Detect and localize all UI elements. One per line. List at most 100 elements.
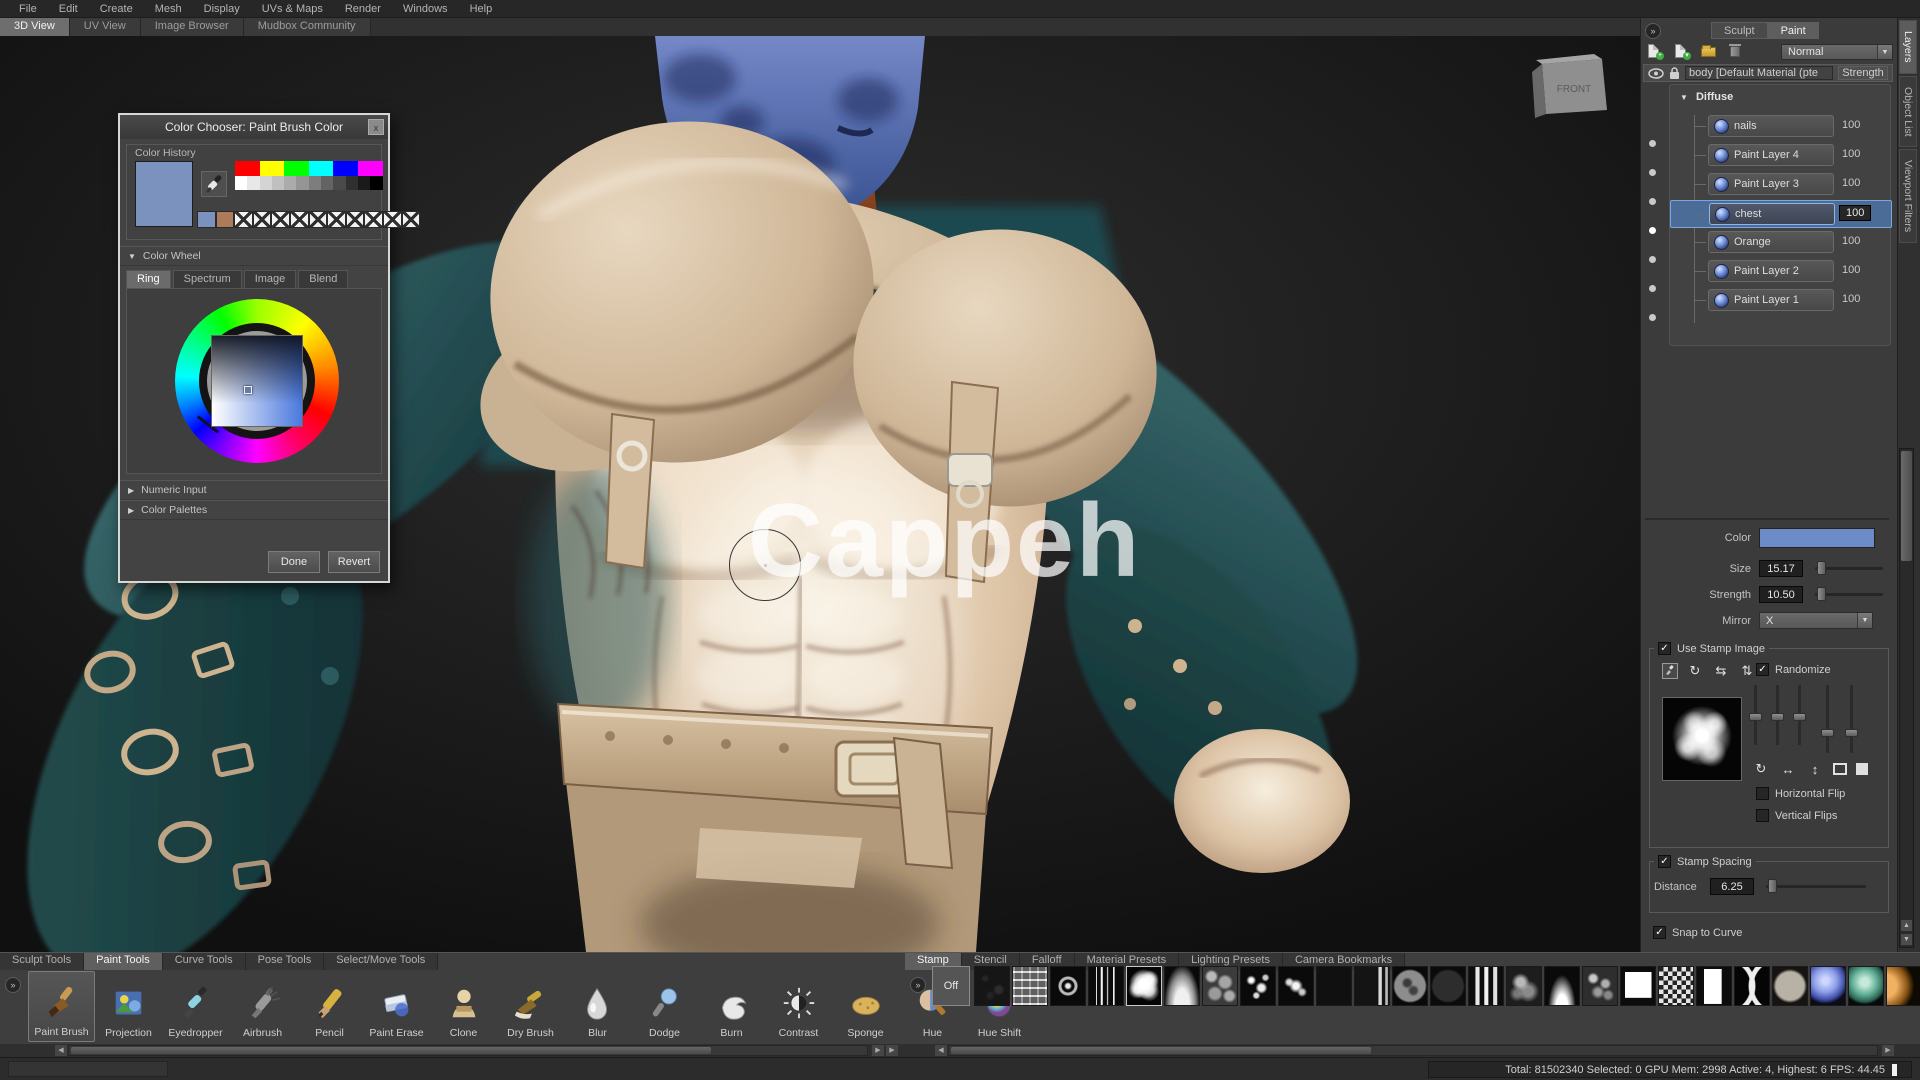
color-wheel-section[interactable]: ▼ Color Wheel — [120, 246, 388, 266]
layer-row-paint-layer-1[interactable]: Paint Layer 1100 — [1670, 287, 1892, 315]
menu-file[interactable]: File — [8, 3, 48, 15]
stamp-solid-icon[interactable] — [1856, 763, 1868, 775]
strength-slider[interactable] — [1815, 593, 1883, 596]
tool-sponge[interactable]: Sponge — [832, 971, 899, 1042]
view-tab-image-browser[interactable]: Image Browser — [141, 18, 244, 36]
view-tab-3d-view[interactable]: 3D View — [0, 18, 70, 36]
stamp-rotate-icon[interactable]: ↻ — [1686, 663, 1704, 679]
vertical-flip-checkbox[interactable] — [1756, 809, 1769, 822]
stamp-thumb-sphere-orange[interactable] — [1886, 966, 1920, 1006]
tool-paint-brush[interactable]: Paint Brush — [28, 971, 95, 1042]
layer-row-orange[interactable]: Orange100 — [1670, 229, 1892, 257]
layer-pill[interactable]: Paint Layer 4 — [1708, 144, 1834, 166]
revert-button[interactable]: Revert — [328, 551, 380, 573]
randomize-slider[interactable] — [1776, 685, 1779, 745]
random-h-icon[interactable]: ↔ — [1779, 762, 1797, 777]
side-tab-layers[interactable]: Layers — [1899, 20, 1917, 74]
numeric-input-section[interactable]: ▶ Numeric Input — [120, 480, 388, 500]
tool-dry-brush[interactable]: Dry Brush — [497, 971, 564, 1042]
distance-slider[interactable] — [1766, 885, 1866, 888]
tool-burn[interactable]: Burn — [698, 971, 765, 1042]
stamp-eyedropper-icon[interactable] — [1662, 663, 1678, 679]
stamp-thumb-streaks[interactable] — [1088, 966, 1124, 1006]
menu-windows[interactable]: Windows — [392, 3, 459, 15]
scroll-right2-icon[interactable]: ▶ — [886, 1045, 898, 1056]
palette-swatch[interactable] — [260, 161, 285, 176]
tray-tab-select-move-tools[interactable]: Select/Move Tools — [324, 953, 438, 970]
brush-color-swatch[interactable] — [1759, 528, 1875, 548]
menu-display[interactable]: Display — [193, 3, 251, 15]
randomize-slider[interactable] — [1754, 685, 1757, 745]
visibility-eye-icon[interactable] — [1648, 68, 1664, 79]
palette-swatch[interactable] — [260, 176, 272, 190]
slider-knob[interactable] — [1845, 729, 1858, 737]
mode-tab-sculpt[interactable]: Sculpt — [1711, 22, 1768, 39]
layer-pill[interactable]: nails — [1708, 115, 1834, 137]
wheel-tab-spectrum[interactable]: Spectrum — [173, 270, 242, 288]
export-stamp-icon[interactable] — [1833, 763, 1847, 775]
wheel-tab-blend[interactable]: Blend — [298, 270, 348, 288]
stamp-thumb-bars3[interactable] — [1468, 966, 1504, 1006]
panel-scrollbar[interactable] — [1899, 448, 1914, 948]
stamp-off-button[interactable]: Off — [932, 966, 970, 1006]
stamp-preview[interactable] — [1662, 697, 1742, 781]
stamps-scrollbar[interactable] — [948, 1045, 1878, 1056]
hue-ring[interactable] — [175, 299, 339, 463]
mirror-dropdown[interactable]: X ▼ — [1759, 612, 1873, 629]
scroll-up-icon[interactable]: ▲ — [1901, 920, 1912, 931]
menu-help[interactable]: Help — [459, 3, 504, 15]
layer-row-paint-layer-3[interactable]: Paint Layer 3100 — [1670, 171, 1892, 199]
stamp-spacing-checkbox[interactable]: ✓ — [1658, 855, 1671, 868]
tool-dodge[interactable]: Dodge — [631, 971, 698, 1042]
tool-pencil[interactable]: Pencil — [296, 971, 363, 1042]
layer-pill[interactable]: Paint Layer 3 — [1708, 173, 1834, 195]
layer-row-paint-layer-4[interactable]: Paint Layer 4100 — [1670, 142, 1892, 170]
stamp-thumb-sphere-green[interactable] — [1848, 966, 1884, 1006]
use-stamp-checkbox[interactable]: ✓ — [1658, 642, 1671, 655]
stamp-thumb-disc-dark[interactable] — [1430, 966, 1466, 1006]
stamp-thumb-halfmoon[interactable] — [1544, 966, 1580, 1006]
layer-visibility-dot[interactable] — [1649, 285, 1656, 292]
side-tab-viewport-filters[interactable]: Viewport Filters — [1899, 149, 1917, 243]
stamp-thumb-white-square[interactable] — [1620, 966, 1656, 1006]
palette-swatch[interactable] — [296, 176, 308, 190]
palette-swatch[interactable] — [309, 161, 334, 176]
snap-to-curve-checkbox[interactable]: ✓ — [1653, 926, 1666, 939]
palette-swatch[interactable] — [370, 176, 382, 190]
sv-selector[interactable] — [244, 386, 252, 394]
slider-knob[interactable] — [1793, 713, 1806, 721]
menu-render[interactable]: Render — [334, 3, 392, 15]
history-swatch[interactable] — [216, 211, 235, 228]
delete-layer-icon[interactable] — [1727, 43, 1745, 60]
close-icon[interactable]: x — [368, 119, 384, 135]
stamp-thumb-mound[interactable] — [1164, 966, 1200, 1006]
empty-swatch[interactable] — [253, 211, 272, 228]
tray-tab-paint-tools[interactable]: Paint Tools — [84, 953, 163, 970]
layer-visibility-dot[interactable] — [1649, 169, 1656, 176]
import-layer-icon[interactable]: ▾ — [1673, 43, 1691, 60]
tray-tab-curve-tools[interactable]: Curve Tools — [163, 953, 246, 970]
stamp-thumb-dots[interactable] — [1240, 966, 1276, 1006]
stamp-thumb-blocks[interactable] — [1658, 966, 1694, 1006]
mode-tab-paint[interactable]: Paint — [1768, 22, 1819, 39]
stamp-thumb-white-rect[interactable] — [1696, 966, 1732, 1006]
strength-field[interactable]: 10.50 — [1759, 586, 1803, 603]
layer-pill[interactable]: Paint Layer 2 — [1708, 260, 1834, 282]
layer-row-paint-layer-2[interactable]: Paint Layer 2100 — [1670, 258, 1892, 286]
layer-visibility-dot[interactable] — [1649, 198, 1656, 205]
tool-blur[interactable]: Blur — [564, 971, 631, 1042]
palette-swatch[interactable] — [247, 176, 259, 190]
palette-swatch[interactable] — [272, 176, 284, 190]
tool-eyedropper[interactable]: Eyedropper — [162, 971, 229, 1042]
stamps-scroll-right-icon[interactable]: ▶ — [1882, 1045, 1894, 1056]
view-tab-uv-view[interactable]: UV View — [70, 18, 141, 36]
tool-projection[interactable]: Projection — [95, 971, 162, 1042]
history-swatch[interactable] — [197, 211, 216, 228]
randomize-checkbox[interactable]: ✓ — [1756, 663, 1769, 676]
wheel-tab-image[interactable]: Image — [244, 270, 297, 288]
stamp-thumb-fractal[interactable] — [1126, 966, 1162, 1006]
blend-mode-dropdown[interactable]: Normal ▼ — [1781, 44, 1893, 60]
distance-field[interactable]: 6.25 — [1710, 878, 1754, 895]
randomize-slider[interactable] — [1850, 685, 1853, 753]
view-cube[interactable]: FRONT — [1528, 52, 1620, 122]
